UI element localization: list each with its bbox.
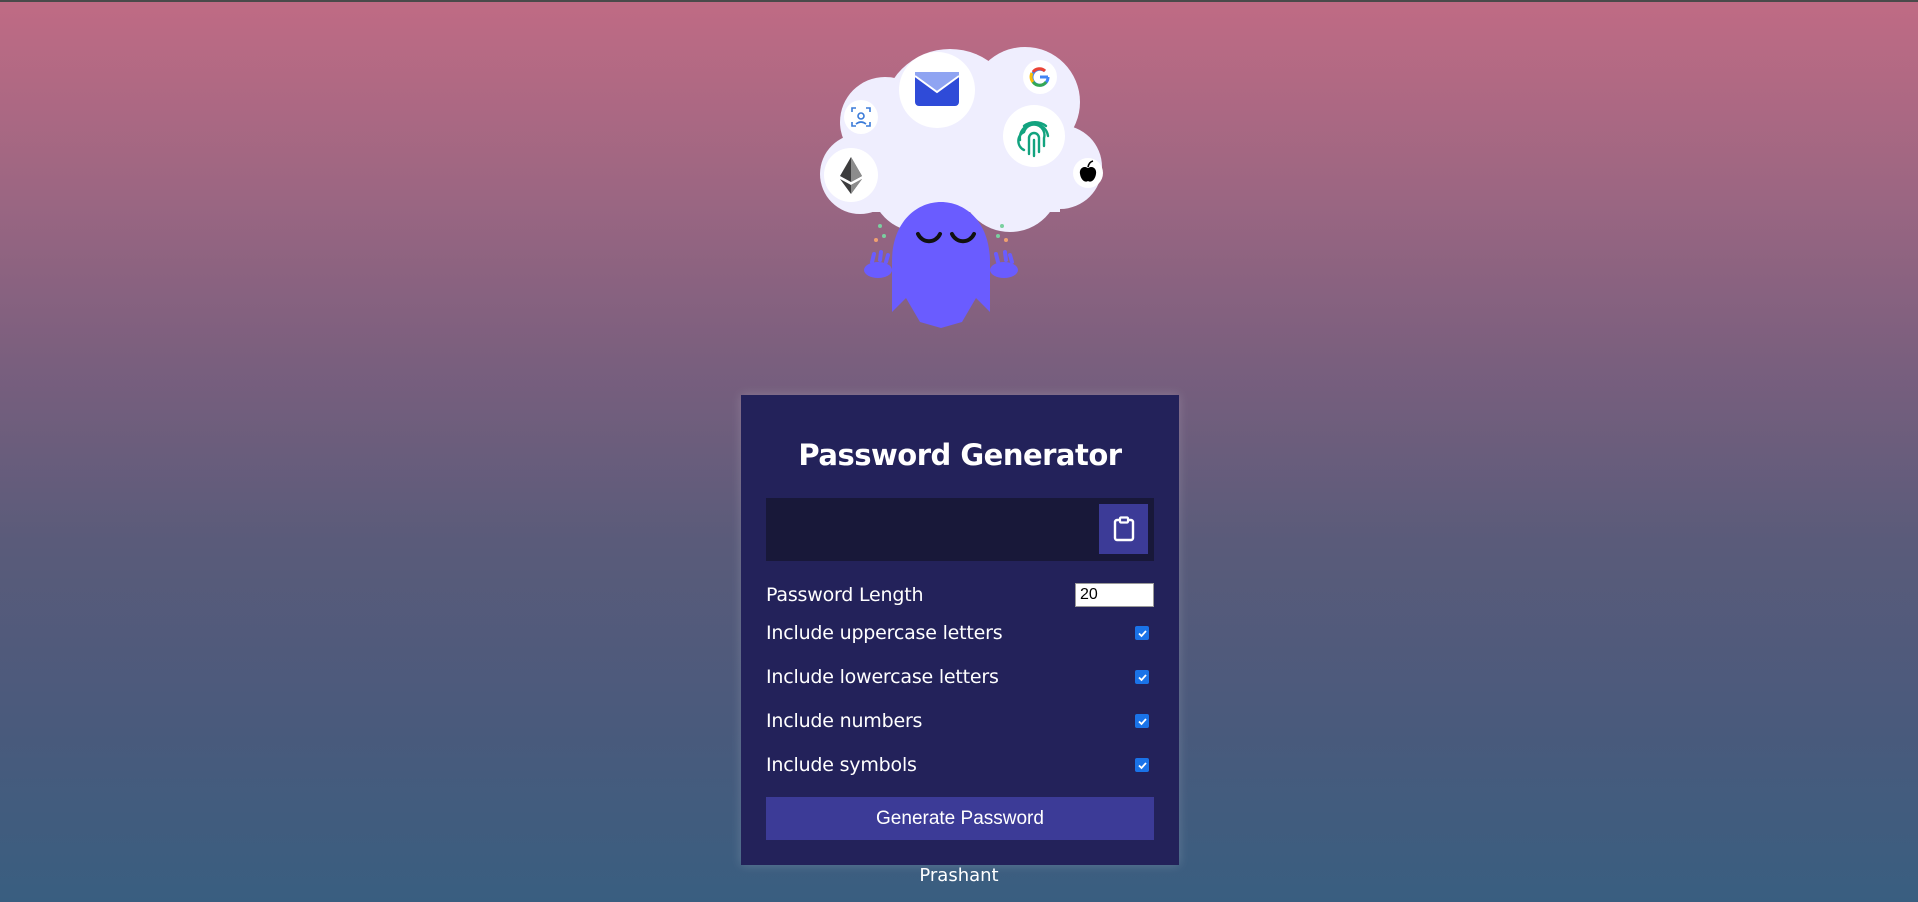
- setting-numbers: Include numbers: [766, 699, 1154, 743]
- password-result-field[interactable]: [766, 498, 1154, 561]
- password-generator-card: Password Generator Password Length Inclu…: [741, 395, 1179, 865]
- checkmark-icon: [1137, 673, 1147, 681]
- password-length-input[interactable]: [1075, 583, 1154, 607]
- ethereum-icon: [824, 148, 878, 202]
- envelope-icon: [899, 52, 975, 128]
- checkmark-icon: [1137, 629, 1147, 637]
- lowercase-checkbox[interactable]: [1135, 670, 1149, 684]
- uppercase-checkbox[interactable]: [1135, 626, 1149, 640]
- ghost-cloud-illustration: [820, 47, 1103, 328]
- author-footer: Prashant: [919, 865, 999, 886]
- checkmark-icon: [1137, 717, 1147, 725]
- apple-icon: [1073, 158, 1103, 188]
- checkmark-icon: [1137, 761, 1147, 769]
- numbers-label: Include numbers: [766, 710, 923, 732]
- setting-symbols: Include symbols: [766, 743, 1154, 787]
- google-icon: [1023, 60, 1057, 94]
- copy-to-clipboard-button[interactable]: [1099, 504, 1148, 554]
- hero-illustration: [780, 22, 1140, 342]
- face-id-icon: [844, 100, 878, 134]
- uppercase-label: Include uppercase letters: [766, 622, 1003, 644]
- setting-lowercase: Include lowercase letters: [766, 655, 1154, 699]
- generate-password-button[interactable]: Generate Password: [766, 797, 1154, 840]
- page-title: Password Generator: [798, 438, 1122, 472]
- numbers-checkbox[interactable]: [1135, 714, 1149, 728]
- lowercase-label: Include lowercase letters: [766, 666, 999, 688]
- clipboard-icon: [1113, 516, 1134, 542]
- symbols-checkbox[interactable]: [1135, 758, 1149, 772]
- setting-uppercase: Include uppercase letters: [766, 611, 1154, 655]
- fingerprint-icon: [1003, 105, 1065, 167]
- symbols-label: Include symbols: [766, 754, 917, 776]
- password-length-label: Password Length: [766, 584, 924, 606]
- setting-password-length: Password Length: [766, 579, 1154, 611]
